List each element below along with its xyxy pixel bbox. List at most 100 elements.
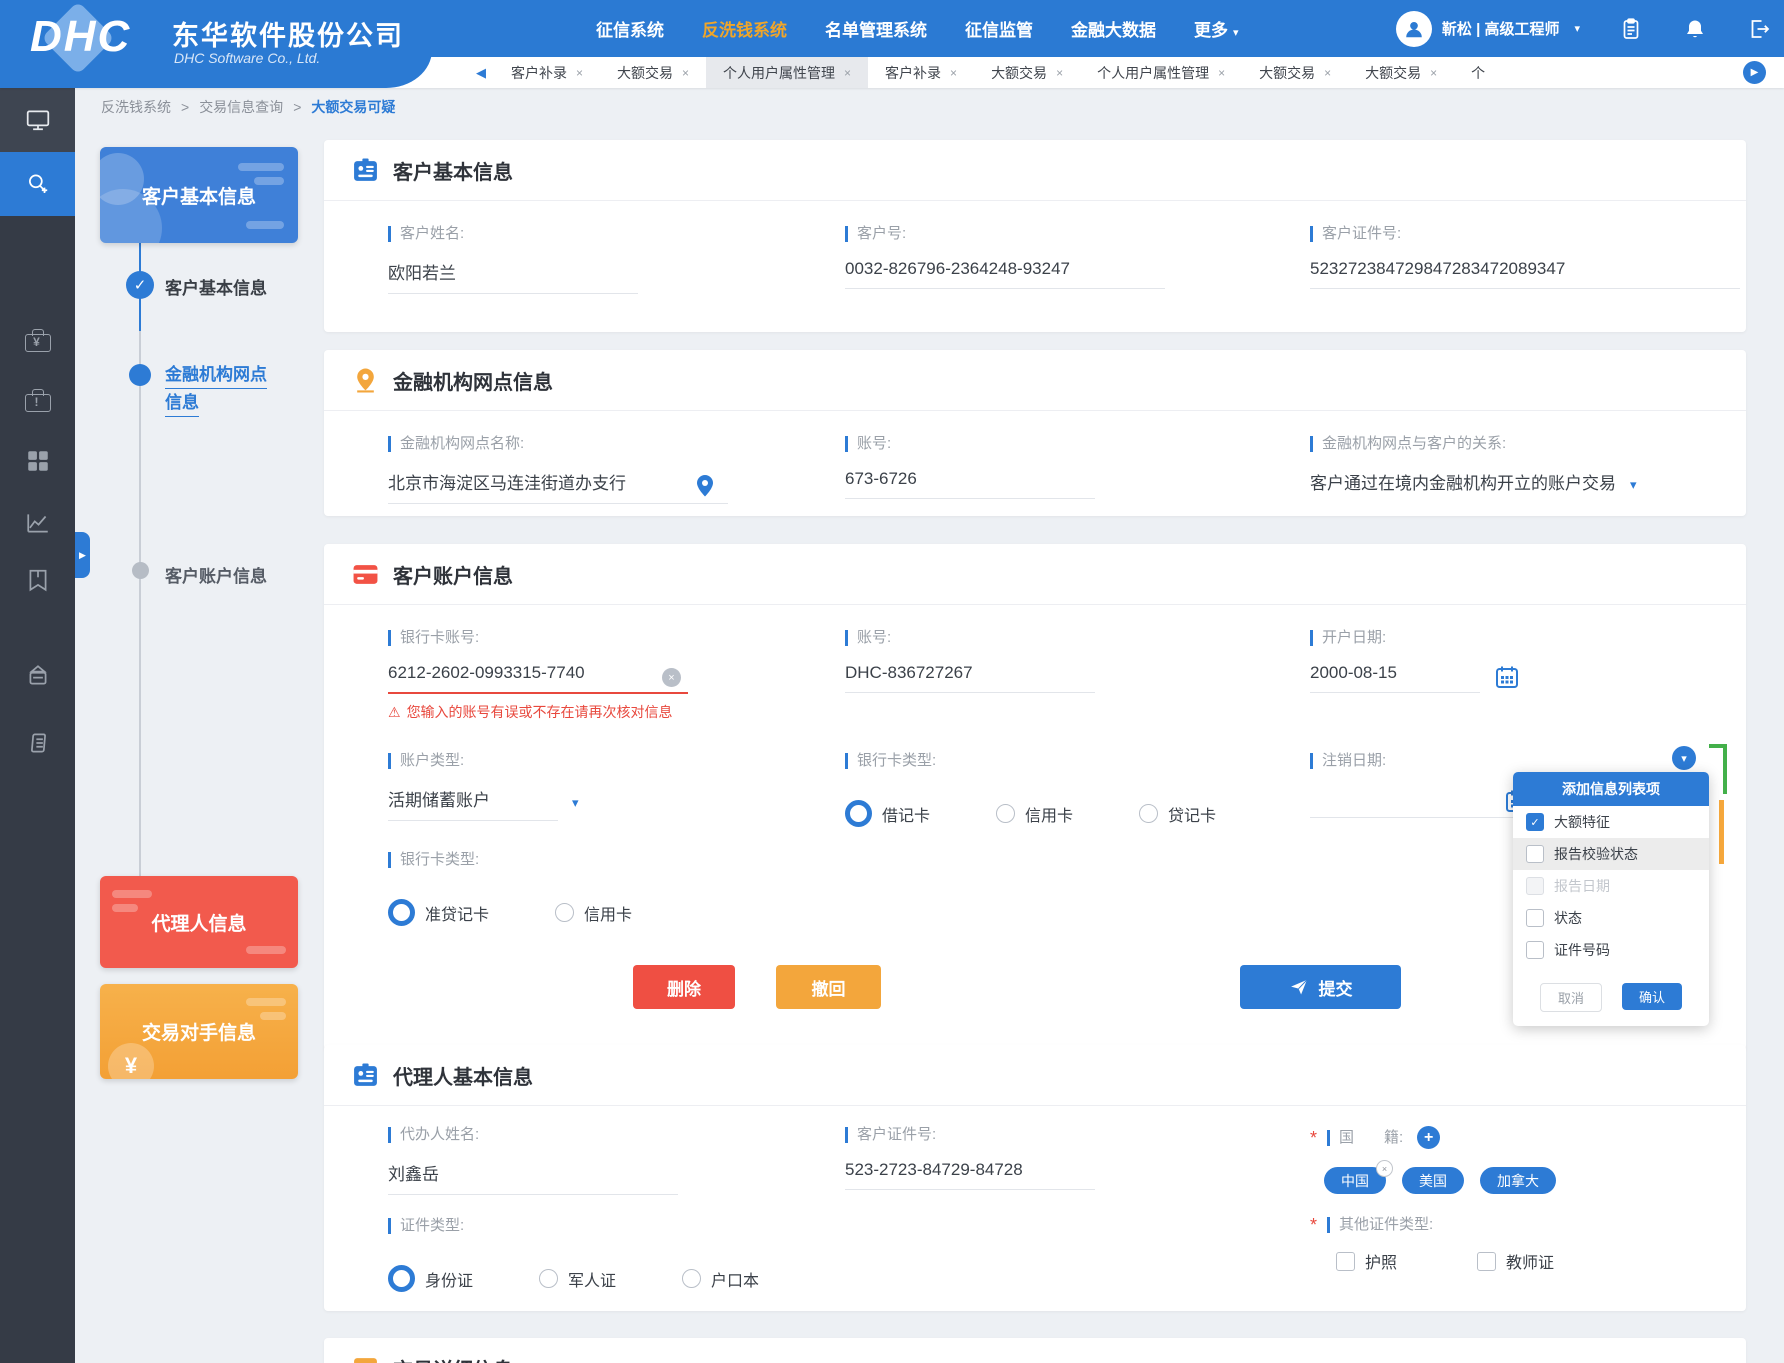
tab-customer-supplement-2[interactable]: 客户补录× — [868, 57, 974, 88]
account-type-select[interactable]: 活期储蓄账户 — [388, 784, 558, 821]
nationality-tag-china[interactable]: 中国× — [1324, 1167, 1386, 1194]
step-pending-dot[interactable] — [132, 562, 149, 579]
nationality-tag-canada[interactable]: 加拿大 — [1480, 1167, 1556, 1194]
nav-item-credit-regulation[interactable]: 征信监管 — [965, 16, 1033, 41]
radio-credit-card-2[interactable]: 信用卡 — [555, 901, 632, 925]
tabs-scroll-right-icon[interactable]: ▶ — [1743, 61, 1766, 84]
add-nationality-icon[interactable]: + — [1417, 1126, 1440, 1149]
step-card-counterparty[interactable]: ¥ 交易对手信息 — [100, 984, 298, 1079]
radio-quasi-debit-card[interactable]: 准贷记卡 — [388, 899, 489, 926]
breadcrumb-aml[interactable]: 反洗钱系统 — [101, 97, 171, 117]
agent-id-field[interactable]: 523-2723-84729-84728 — [845, 1158, 1095, 1190]
popup-item-status[interactable]: 状态 — [1513, 902, 1709, 934]
radio-id-card[interactable]: 身份证 — [388, 1265, 473, 1292]
sidebar-item-money-case[interactable]: ¥ — [0, 318, 75, 362]
sidebar-item-apps[interactable] — [0, 439, 75, 483]
checkbox-teacher-cert[interactable]: 教师证 — [1477, 1249, 1554, 1273]
radio-military-id[interactable]: 军人证 — [539, 1267, 616, 1291]
tabs-scroll-left-icon[interactable]: ◀ — [468, 65, 494, 81]
sidebar-item-analytics[interactable] — [0, 501, 75, 545]
close-icon[interactable]: × — [1218, 66, 1225, 80]
logout-icon[interactable] — [1746, 16, 1772, 42]
tab-customer-supplement[interactable]: 客户补录× — [494, 57, 600, 88]
close-icon[interactable]: × — [1430, 66, 1437, 80]
tab-large-transaction[interactable]: 大额交易× — [600, 57, 706, 88]
close-icon[interactable]: × — [682, 66, 689, 80]
close-icon[interactable]: × — [844, 66, 851, 80]
sidebar-item-easel[interactable] — [0, 654, 75, 698]
open-date-field[interactable]: 2000-08-15 — [1310, 661, 1480, 693]
tab-large-transaction-2[interactable]: 大额交易× — [974, 57, 1080, 88]
nav-item-credit-system[interactable]: 征信系统 — [596, 16, 664, 41]
checkbox-icon[interactable] — [1526, 909, 1544, 927]
nav-item-aml-system[interactable]: 反洗钱系统 — [702, 16, 787, 41]
withdraw-button[interactable]: 撤回 — [776, 965, 881, 1009]
user-name[interactable]: 靳松 | 高级工程师 — [1442, 18, 1560, 39]
card-no-field[interactable]: 6212-2602-0993315-7740 — [388, 661, 688, 694]
nav-item-more[interactable]: 更多▾ — [1194, 16, 1239, 41]
customer-name-field[interactable]: 欧阳若兰 — [388, 257, 638, 294]
tab-large-transaction-3[interactable]: 大额交易× — [1242, 57, 1348, 88]
step-card-customer-basic[interactable]: 客户基本信息 — [100, 147, 298, 243]
radio-household-register[interactable]: 户口本 — [682, 1267, 759, 1291]
nationality-tag-usa[interactable]: 美国 — [1402, 1167, 1464, 1194]
tab-personal-user-attrs-2[interactable]: 个人用户属性管理× — [1080, 57, 1242, 88]
close-icon[interactable]: × — [950, 66, 957, 80]
submit-button[interactable]: 提交 — [1240, 965, 1401, 1009]
sidebar-item-alert-case[interactable]: ! — [0, 378, 75, 422]
close-icon[interactable]: × — [1324, 66, 1331, 80]
step-done-icon[interactable]: ✓ — [126, 271, 154, 299]
breadcrumb-tx-query[interactable]: 交易信息查询 — [199, 97, 283, 117]
clear-icon[interactable]: × — [662, 668, 681, 687]
checkbox-icon[interactable] — [1526, 845, 1544, 863]
bell-icon[interactable] — [1682, 16, 1708, 42]
step-customer-basic[interactable]: 客户基本信息 — [165, 274, 303, 299]
sidebar-expand-handle[interactable]: ▶ — [75, 532, 90, 578]
close-icon[interactable]: × — [1056, 66, 1063, 80]
tab-personal-user-attrs[interactable]: 个人用户属性管理× — [706, 57, 868, 88]
nav-item-bigdata[interactable]: 金融大数据 — [1071, 16, 1156, 41]
step-branch-info[interactable]: 金融机构网点信息 — [165, 361, 303, 417]
account-no-field[interactable]: DHC-836727267 — [845, 661, 1095, 693]
sidebar-item-desktop[interactable] — [0, 88, 75, 152]
popup-confirm-button[interactable]: 确认 — [1622, 983, 1682, 1010]
branch-relation-label: 金融机构网点与客户的关系: — [1310, 436, 1506, 452]
branch-relation-select[interactable]: 客户通过在境内金融机构开立的账户交易 — [1310, 467, 1616, 503]
clipboard-icon[interactable] — [1618, 16, 1644, 42]
checkbox-checked-icon[interactable]: ✓ — [1526, 813, 1544, 831]
popup-item-large-feature[interactable]: ✓ 大额特征 — [1513, 806, 1709, 838]
checkbox-icon[interactable] — [1526, 941, 1544, 959]
chevron-down-icon[interactable]: ▾ — [1630, 477, 1637, 493]
customer-id-field[interactable]: 523272384729847283472089347 — [1310, 257, 1740, 289]
sidebar-item-documents[interactable] — [0, 721, 75, 765]
popup-cancel-button[interactable]: 取消 — [1540, 983, 1602, 1012]
checkbox-passport[interactable]: 护照 — [1336, 1249, 1397, 1273]
radio-credit-card[interactable]: 信用卡 — [996, 802, 1073, 826]
popup-item-report-date[interactable]: 报告日期 — [1513, 870, 1709, 902]
agent-name-field[interactable]: 刘鑫岳 — [388, 1158, 678, 1195]
step-account-info[interactable]: 客户账户信息 — [165, 562, 303, 587]
popup-item-report-check-status[interactable]: 报告校验状态 — [1513, 838, 1709, 870]
branch-name-field[interactable]: 北京市海淀区马连洼街道办支行 — [388, 467, 728, 504]
sidebar-item-search-add[interactable] — [0, 152, 75, 216]
tab-partial[interactable]: 个 — [1454, 57, 1502, 88]
delete-button[interactable]: 删除 — [633, 965, 735, 1009]
remove-tag-icon[interactable]: × — [1376, 1160, 1393, 1177]
calendar-icon[interactable] — [1494, 664, 1520, 690]
popup-item-id-number[interactable]: 证件号码 — [1513, 934, 1709, 966]
chevron-down-icon[interactable]: ▾ — [572, 795, 579, 811]
step-card-agent[interactable]: 代理人信息 — [100, 876, 298, 968]
map-pin-blue-icon[interactable] — [694, 474, 716, 498]
sidebar-item-book[interactable] — [0, 558, 75, 602]
step-current-dot[interactable] — [129, 364, 151, 386]
avatar[interactable] — [1396, 11, 1432, 47]
close-icon[interactable]: × — [576, 66, 583, 80]
customer-no-field[interactable]: 0032-826796-2364248-93247 — [845, 257, 1165, 289]
branch-account-field[interactable]: 673-6726 — [845, 467, 1095, 499]
warning-icon: ⚠ — [388, 704, 401, 721]
tab-large-transaction-4[interactable]: 大额交易× — [1348, 57, 1454, 88]
add-columns-trigger-icon[interactable]: ▾ — [1672, 746, 1696, 770]
nav-item-list-mgmt[interactable]: 名单管理系统 — [825, 16, 927, 41]
radio-quasi-credit-card[interactable]: 贷记卡 — [1139, 802, 1216, 826]
radio-debit-card[interactable]: 借记卡 — [845, 800, 930, 827]
